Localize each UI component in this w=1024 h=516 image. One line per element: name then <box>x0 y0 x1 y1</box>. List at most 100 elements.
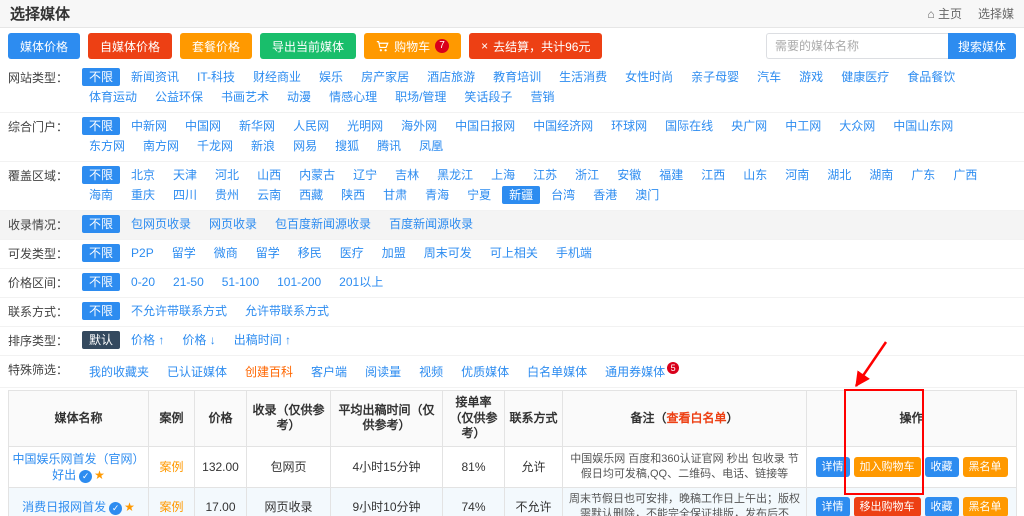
filter-option[interactable]: 我的收藏夹 <box>82 363 156 381</box>
search-media-button[interactable]: 搜索媒体 <box>948 33 1016 59</box>
filter-option[interactable]: 河南 <box>778 166 816 184</box>
filter-option[interactable]: 西藏 <box>292 186 330 204</box>
case-link[interactable]: 案例 <box>159 500 183 514</box>
filter-option[interactable]: 不限 <box>82 273 120 291</box>
filter-option[interactable]: 湖南 <box>862 166 900 184</box>
filter-option[interactable]: 山西 <box>250 166 288 184</box>
filter-option[interactable]: 海外网 <box>394 117 444 135</box>
filter-option[interactable]: 食品餐饮 <box>900 68 962 86</box>
filter-option[interactable]: 江西 <box>694 166 732 184</box>
detail-button[interactable]: 详情 <box>816 457 850 478</box>
filter-option[interactable]: 游戏 <box>792 68 830 86</box>
filter-option[interactable]: 人民网 <box>286 117 336 135</box>
filter-option[interactable]: 内蒙古 <box>292 166 342 184</box>
filter-option[interactable]: 酒店旅游 <box>420 68 482 86</box>
media-price-button[interactable]: 媒体价格 <box>8 33 80 59</box>
tab-select-media[interactable]: 选择媒 <box>978 5 1014 22</box>
filter-option[interactable]: 广东 <box>904 166 942 184</box>
filter-option[interactable]: 默认 <box>82 331 120 349</box>
filter-option[interactable]: 青海 <box>418 186 456 204</box>
filter-option[interactable]: 宁夏 <box>460 186 498 204</box>
media-name-link[interactable]: 消费日报网首发 <box>22 500 106 514</box>
filter-option[interactable]: 不限 <box>82 166 120 184</box>
filter-option[interactable]: 中工网 <box>778 117 828 135</box>
self-media-price-button[interactable]: 自媒体价格 <box>88 33 172 59</box>
filter-option[interactable]: 动漫 <box>280 88 318 106</box>
filter-option[interactable]: 新闻资讯 <box>124 68 186 86</box>
filter-option[interactable]: 房产家居 <box>354 68 416 86</box>
filter-option[interactable]: 贵州 <box>208 186 246 204</box>
case-link[interactable]: 案例 <box>159 460 183 474</box>
filter-option[interactable]: 汽车 <box>750 68 788 86</box>
filter-option[interactable]: 中国山东网 <box>886 117 960 135</box>
home-link[interactable]: ⌂ 主页 <box>927 5 962 22</box>
filter-option[interactable]: 职场/管理 <box>388 88 453 106</box>
filter-option[interactable]: 南方网 <box>136 137 186 155</box>
filter-option[interactable]: 四川 <box>166 186 204 204</box>
detail-button[interactable]: 详情 <box>816 497 850 516</box>
add-to-cart-button[interactable]: 加入购物车 <box>854 457 921 478</box>
filter-option[interactable]: 环球网 <box>604 117 654 135</box>
filter-option[interactable]: 不限 <box>82 117 120 135</box>
filter-option[interactable]: 视频 <box>412 363 450 381</box>
filter-option[interactable]: 北京 <box>124 166 162 184</box>
filter-option[interactable]: 客户端 <box>304 363 354 381</box>
filter-option[interactable]: 21-50 <box>166 273 211 291</box>
filter-option[interactable]: 不限 <box>82 302 120 320</box>
filter-option[interactable]: 笑话段子 <box>457 88 519 106</box>
filter-option[interactable]: 通用券媒体5 <box>598 360 686 381</box>
filter-option[interactable]: 女性时尚 <box>618 68 680 86</box>
filter-option[interactable]: 甘肃 <box>376 186 414 204</box>
export-media-button[interactable]: 导出当前媒体 <box>260 33 356 59</box>
filter-option[interactable]: 微商 <box>207 244 245 262</box>
filter-option[interactable]: 健康医疗 <box>834 68 896 86</box>
filter-option[interactable]: 辽宁 <box>346 166 384 184</box>
filter-option[interactable]: 娱乐 <box>312 68 350 86</box>
filter-option[interactable]: 0-20 <box>124 273 162 291</box>
filter-option[interactable]: 周末可发 <box>417 244 479 262</box>
filter-option[interactable]: 医疗 <box>333 244 371 262</box>
filter-option[interactable]: 新浪 <box>244 137 282 155</box>
filter-option[interactable]: 东方网 <box>82 137 132 155</box>
filter-option[interactable]: 台湾 <box>544 186 582 204</box>
remove-from-cart-button[interactable]: 移出购物车 <box>854 497 921 516</box>
filter-option[interactable]: 山东 <box>736 166 774 184</box>
filter-option[interactable]: 留学 <box>249 244 287 262</box>
filter-option[interactable]: 201以上 <box>332 273 390 291</box>
filter-option[interactable]: 移民 <box>291 244 329 262</box>
filter-option[interactable]: 中新网 <box>124 117 174 135</box>
filter-option[interactable]: 中国日报网 <box>448 117 522 135</box>
package-price-button[interactable]: 套餐价格 <box>180 33 252 59</box>
filter-option[interactable]: 澳门 <box>628 186 666 204</box>
filter-option[interactable]: 不限 <box>82 244 120 262</box>
filter-option[interactable]: 白名单媒体 <box>520 363 594 381</box>
filter-option[interactable]: 新华网 <box>232 117 282 135</box>
filter-option[interactable]: 书画艺术 <box>214 88 276 106</box>
filter-option[interactable]: 陕西 <box>334 186 372 204</box>
filter-option[interactable]: 生活消费 <box>552 68 614 86</box>
filter-option[interactable]: 广西 <box>946 166 984 184</box>
filter-option[interactable]: 亲子母婴 <box>684 68 746 86</box>
filter-option[interactable]: 留学 <box>165 244 203 262</box>
filter-option[interactable]: 包百度新闻源收录 <box>268 215 378 233</box>
filter-option[interactable]: 国际在线 <box>658 117 720 135</box>
favorite-button[interactable]: 收藏 <box>925 457 959 478</box>
filter-option[interactable]: 阅读量 <box>358 363 408 381</box>
filter-option[interactable]: 不限 <box>82 68 120 86</box>
filter-option[interactable]: 搜狐 <box>328 137 366 155</box>
search-input[interactable] <box>766 33 948 59</box>
filter-option[interactable]: 营销 <box>523 88 561 106</box>
filter-option[interactable]: 包网页收录 <box>124 215 198 233</box>
filter-option[interactable]: 加盟 <box>375 244 413 262</box>
filter-option[interactable]: 河北 <box>208 166 246 184</box>
filter-option[interactable]: 不允许带联系方式 <box>124 302 234 320</box>
filter-option[interactable]: 云南 <box>250 186 288 204</box>
filter-option[interactable]: 浙江 <box>568 166 606 184</box>
filter-option[interactable]: 教育培训 <box>486 68 548 86</box>
filter-option[interactable]: 凤凰 <box>412 137 450 155</box>
filter-option[interactable]: 网页收录 <box>202 215 264 233</box>
filter-option[interactable]: 光明网 <box>340 117 390 135</box>
whitelist-link[interactable]: 查看白名单 <box>666 411 726 425</box>
filter-option[interactable]: 腾讯 <box>370 137 408 155</box>
blacklist-button[interactable]: 黑名单 <box>963 457 1008 478</box>
